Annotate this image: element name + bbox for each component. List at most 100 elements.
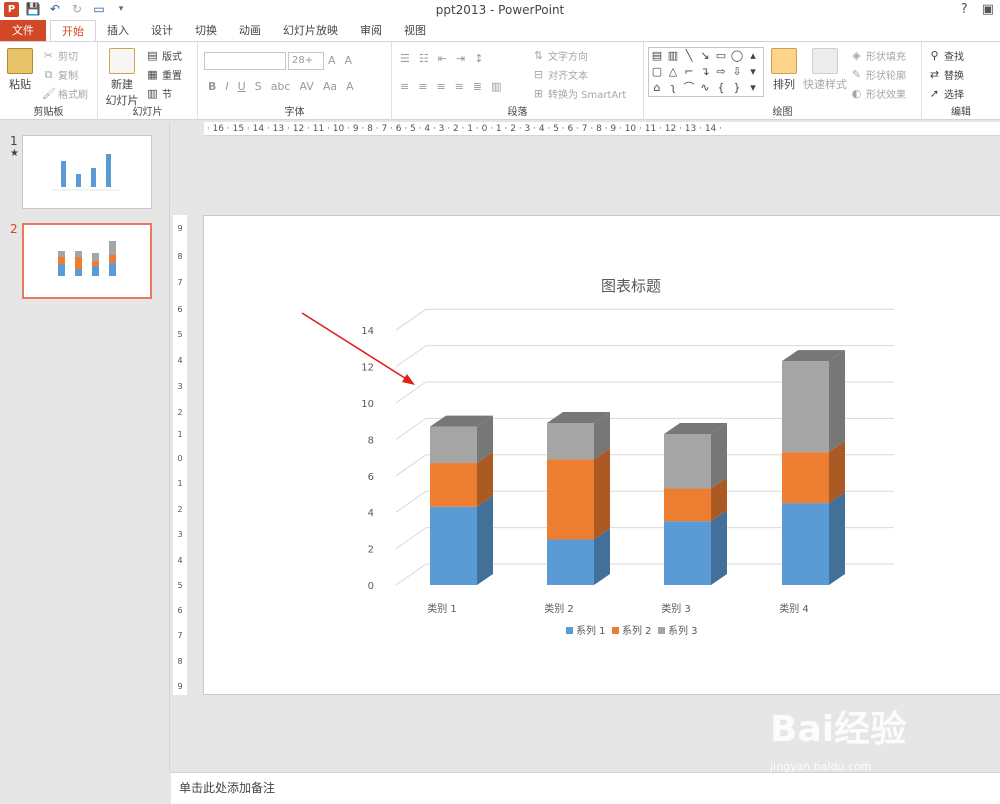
group-drawing: ▤ ▥ ╲ ↘ ▭ ◯ ▴ ▢ △ ⌐ ↴ ⇨ ⇩ ▾ ⌂ ʅ ⌒ ∿{} ▾ 排列 快速样式 ◈ 形状填充 ✎ 形… [644,42,922,120]
font-size-input[interactable]: 28+ [288,52,324,70]
tab-transitions[interactable]: 切换 [184,20,228,41]
arc-shape-icon[interactable]: ⌒ [681,80,697,96]
slide-thumbnail-2[interactable] [22,223,152,299]
copy-button[interactable]: ⧉ 复制 [42,67,78,82]
notes-pane[interactable]: 单击此处添加备注 [171,772,1000,804]
shape-effects-label: 形状效果 [866,90,906,101]
reset-button[interactable]: ▦ 重置 [146,67,182,82]
freeform-shape-icon[interactable]: ∿ [697,80,713,96]
elbow-connector-icon[interactable]: ⌐ [681,64,697,80]
format-painter-button[interactable]: 🖌 格式刷 [42,86,88,101]
cut-button[interactable]: ✂ 剪切 [42,48,78,63]
bar-front[interactable] [664,488,711,522]
replace-button[interactable]: ⇄ 替换 [928,67,964,82]
paste-button[interactable]: 粘贴 [6,48,34,92]
bar-front[interactable] [782,361,829,453]
font-name-input[interactable] [204,52,286,70]
elbow-arrow-icon[interactable]: ↴ [697,64,713,80]
grow-font-icon[interactable]: A [328,54,336,67]
down-arrow-shape-icon[interactable]: ⇩ [729,64,745,80]
slide-thumbnail-1[interactable] [22,135,152,209]
oval-shape-icon[interactable]: ◯ [729,48,745,64]
tab-insert[interactable]: 插入 [96,20,140,41]
x-tick-label: 类别 4 [779,602,809,615]
bar-front[interactable] [430,463,477,507]
bar-front[interactable] [782,452,829,504]
textbox-shape-icon[interactable]: ▤ [649,48,665,64]
bar-front[interactable] [547,423,594,460]
justify-icon[interactable]: ≡ [455,80,464,93]
line-shape-icon[interactable]: ╲ [681,48,697,64]
tab-design[interactable]: 设计 [140,20,184,41]
align-left-icon[interactable]: ≡ [400,80,409,93]
ribbon-display-options-icon[interactable]: ▣ [982,2,994,17]
triangle-shape-icon[interactable]: △ [665,64,681,80]
shape-effects-button[interactable]: ◐ 形状效果 [850,86,906,101]
change-case-icon[interactable]: Aa [323,80,337,93]
bar-front[interactable] [547,539,594,586]
increase-indent-icon[interactable]: ⇥ [456,52,465,65]
left-brace-icon[interactable]: { [713,80,729,96]
text-direction-button[interactable]: ⇅ 文字方向 [532,48,588,63]
distribute-icon[interactable]: ≣ [473,80,482,93]
bullets-icon[interactable]: ☰ [400,52,410,65]
shapes-gallery[interactable]: ▤ ▥ ╲ ↘ ▭ ◯ ▴ ▢ △ ⌐ ↴ ⇨ ⇩ ▾ ⌂ ʅ ⌒ ∿{} ▾ [648,47,764,97]
align-right-icon[interactable]: ≡ [436,80,445,93]
tab-animations[interactable]: 动画 [228,20,272,41]
section-button[interactable]: ▥ 节 [146,86,172,101]
find-button[interactable]: ⚲ 查找 [928,48,964,63]
chart-title[interactable]: 图表标题 [601,277,661,295]
curve-shape-icon[interactable]: ʅ [665,80,681,96]
gallery-more-icon[interactable]: ▾ [745,80,761,96]
bar-front[interactable] [664,433,711,489]
right-arrow-shape-icon[interactable]: ⇨ [713,64,729,80]
tab-file[interactable]: 文件 [0,20,46,41]
callout-shape-icon[interactable]: ⌂ [649,80,665,96]
bar-front[interactable] [430,506,477,585]
char-spacing-icon[interactable]: AV [299,80,313,93]
shrink-font-icon[interactable]: A [345,54,353,67]
bar-front[interactable] [782,503,829,585]
new-slide-button[interactable]: 新建 幻灯片 [104,48,140,108]
numbering-icon[interactable]: ☷ [419,52,429,65]
line-spacing-icon[interactable]: ↕ [474,52,483,65]
strikethrough-icon[interactable]: abc [271,80,291,93]
smartart-button[interactable]: ⊞ 转换为 SmartArt [532,86,626,101]
bar-front[interactable] [430,426,477,464]
gallery-up-icon[interactable]: ▴ [745,48,761,64]
rectangle-shape-icon[interactable]: ▭ [713,48,729,64]
decrease-indent-icon[interactable]: ⇤ [438,52,447,65]
shadow-icon[interactable]: S [255,80,262,93]
thumbnail-2-preview [58,241,116,276]
font-color-icon[interactable]: A [346,80,354,93]
right-brace-icon[interactable]: } [729,80,745,96]
tab-view[interactable]: 视图 [393,20,437,41]
italic-icon[interactable]: I [225,80,228,93]
underline-icon[interactable]: U [238,80,246,93]
shape-fill-button[interactable]: ◈ 形状填充 [850,48,906,63]
layout-button[interactable]: ▤ 版式 [146,48,182,63]
shape-outline-button[interactable]: ✎ 形状轮廓 [850,67,906,82]
align-center-icon[interactable]: ≡ [418,80,427,93]
stacked-3d-column-chart[interactable]: 图表标题 02468101214 类别 1 类别 2 类别 3 类别 4 系列 1 系列… [204,216,1000,696]
bold-icon[interactable]: B [208,80,216,93]
quick-styles-button[interactable]: 快速样式 [802,48,848,92]
align-text-button[interactable]: ⊟ 对齐文本 [532,67,588,82]
tab-review[interactable]: 审阅 [349,20,393,41]
bar-side [711,510,727,585]
help-icon[interactable]: ? [961,2,968,17]
arrow-line-shape-icon[interactable]: ↘ [697,48,713,64]
slide-canvas[interactable]: 图表标题 0 2 4 6 8 10 12 14 类别 1 类别 2 类别 3 类别 4 系列 1 系列… [203,215,1000,695]
arrange-button[interactable]: 排列 [770,48,798,92]
gallery-down-icon[interactable]: ▾ [745,64,761,80]
vertical-textbox-shape-icon[interactable]: ▥ [665,48,681,64]
columns-icon[interactable]: ▥ [491,80,501,93]
select-button[interactable]: ➚ 选择 [928,86,964,101]
chart-legend[interactable]: 系列 1 系列 2 系列 3 [566,624,698,637]
bar-front[interactable] [664,521,711,585]
bar-front[interactable] [547,459,594,540]
tab-slideshow[interactable]: 幻灯片放映 [272,20,349,41]
group-editing-label: 编辑 [951,107,971,118]
tab-home[interactable]: 开始 [50,20,96,41]
rounded-rect-shape-icon[interactable]: ▢ [649,64,665,80]
